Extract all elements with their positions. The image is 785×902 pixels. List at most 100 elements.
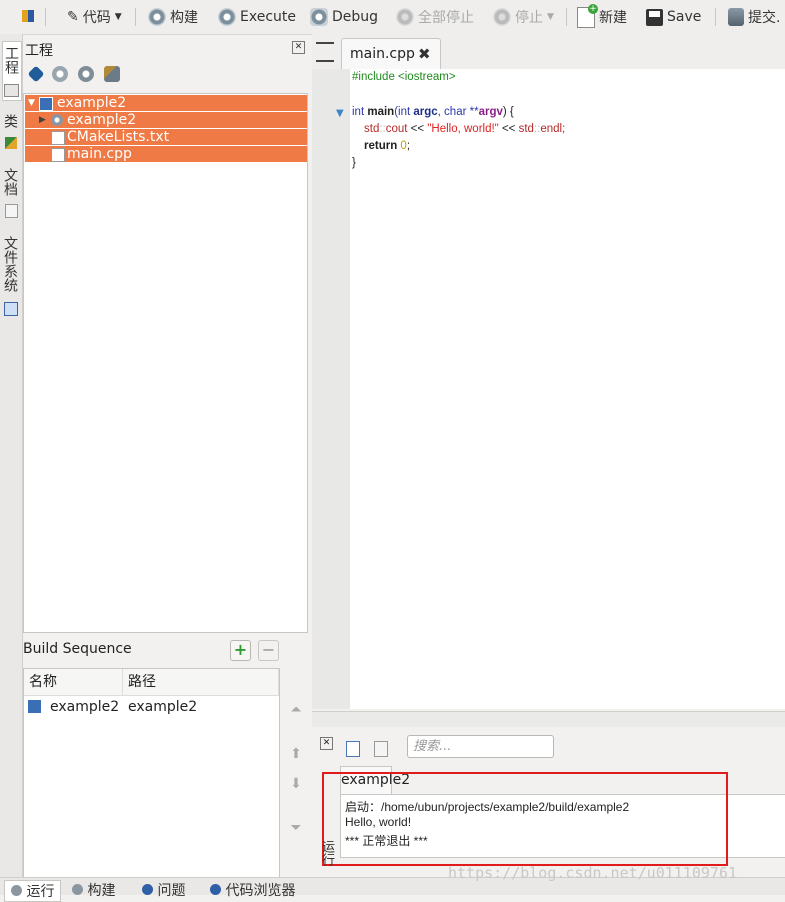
save-button[interactable]: Save [646,6,701,28]
commit-label: 提交. [748,10,781,26]
code-menu-button[interactable]: ✎ 代码 ▼ [67,6,122,28]
side-tab-label: 文档 [2,168,18,196]
code-line-return: return 0; [364,140,411,152]
clean-brush-icon[interactable] [104,66,120,82]
commit-button[interactable]: 提交. [728,6,780,28]
project-install-gear-icon[interactable] [78,66,94,82]
side-tab-label: 工程 [3,46,19,74]
info-icon [142,884,153,895]
tree-item-main-cpp[interactable]: main.cpp [25,146,307,162]
tab-label: 问题 [157,883,186,899]
tab-build[interactable]: 构建 [72,880,115,900]
search-input[interactable]: 搜索... [407,735,554,758]
code-line-close: } [352,157,356,169]
side-tab-bar: 工程 类 文档 文件系统 [0,34,23,884]
code-line-cout: std::cout << "Hello, world!" << std::end… [364,123,566,135]
toolbar-separator [135,8,136,26]
stop-all-icon [396,8,414,26]
toolbar-separator [566,8,567,26]
code-label: 代码 [82,10,111,26]
tab-label: 运行 [26,884,55,900]
execute-button[interactable]: Execute [218,6,296,28]
document-list-icon[interactable] [316,42,334,62]
debug-icon [310,8,328,26]
side-tab-label: 类 [2,114,18,128]
move-down-icon[interactable]: ⬇ [286,776,306,798]
project-icon [39,97,53,111]
tab-problems[interactable]: 问题 [142,880,185,900]
tree-item-label: example2 [67,112,137,128]
grid-icon[interactable] [22,10,34,22]
project-panel-title: 工程 [25,43,53,59]
tab-label: 代码浏览器 [225,883,296,899]
floppy-disk-icon [646,8,663,26]
debug-button[interactable]: Debug [310,6,378,28]
copy-icon[interactable] [374,741,388,757]
tab-title: main.cpp [350,46,415,62]
stop-button[interactable]: 停止 ▼ [493,6,554,28]
tree-item-cmakelists[interactable]: CMakeLists.txt [25,129,307,145]
toolbar-separator [45,8,46,26]
fold-arrow-icon[interactable]: ▼ [336,108,344,119]
tree-item-label: CMakeLists.txt [67,129,170,145]
project-toolbar [27,65,120,83]
vertical-run-label: 运行 [319,840,334,866]
build-button[interactable]: 构建 [148,6,198,28]
tree-item-project-root[interactable]: ▼ example2 [25,95,307,111]
commit-icon [728,8,744,26]
execute-label: Execute [240,9,296,25]
close-icon[interactable]: ✕ [292,41,305,54]
build-label: 构建 [170,10,198,26]
documents-icon [5,204,18,218]
output-filter-icon[interactable] [346,741,360,757]
build-gear-icon [72,884,83,895]
tab-main-cpp[interactable]: main.cpp ✖ [341,38,441,70]
save-label: Save [667,9,702,25]
tree-item-target[interactable]: ▶ example2 [25,112,307,128]
tree-item-label: main.cpp [67,146,132,162]
tab-run[interactable]: 运行 [4,880,62,902]
code-editor[interactable] [350,69,785,709]
row-name-cell: example2 [50,699,120,715]
move-up-icon[interactable]: ⬆ [286,746,306,768]
move-to-top-icon[interactable]: ⏶ [286,702,306,724]
execute-gear-icon [218,8,236,26]
move-to-bottom-icon[interactable]: ⏷ [286,820,306,842]
side-tab-filesystem[interactable]: 文件系统 [2,236,20,306]
add-target-button[interactable]: + [230,640,251,661]
close-tab-icon[interactable]: ✖ [418,45,431,63]
stop-icon [493,8,511,26]
target-gear-icon [51,114,63,126]
new-button[interactable]: + 新建 [577,3,627,28]
close-icon[interactable]: ✕ [320,737,333,750]
class-tree-icon [5,137,17,149]
stop-all-label: 全部停止 [418,10,474,26]
collapse-arrow-icon: ▶ [39,115,46,125]
sync-icon[interactable] [27,65,45,83]
build-sequence-table: 名称 路径 example2 example2 [23,668,280,878]
side-tab-documents[interactable]: 文档 [2,168,20,208]
table-row[interactable]: example2 example2 [24,697,279,717]
code-browser-icon [210,884,221,895]
chevron-down-icon: ▼ [114,12,122,22]
project-build-gear-icon[interactable] [52,66,68,82]
remove-target-button[interactable]: − [258,640,279,661]
new-file-icon: + [577,3,598,28]
row-path-cell: example2 [128,699,198,715]
build-sequence-title: Build Sequence [23,641,132,657]
toolbar-separator [715,8,716,26]
project-icon [28,700,41,713]
debug-label: Debug [332,9,379,25]
horizontal-scrollbar[interactable] [312,711,785,727]
run-gear-icon [11,885,22,896]
column-header-path[interactable]: 路径 [123,669,279,696]
text-file-icon [51,131,65,145]
column-header-name[interactable]: 名称 [24,669,123,696]
filesystem-icon [4,302,18,316]
main-toolbar: ✎ 代码 ▼ 构建 Execute Debug 全部停止 停止 ▼ + 新建 Sav… [0,0,785,35]
tab-label: 构建 [87,883,116,899]
cpp-file-icon [51,148,65,162]
project-tab-icon [4,84,19,97]
stop-all-button[interactable]: 全部停止 [396,6,474,28]
tab-code-browser[interactable]: 代码浏览器 [210,880,295,900]
